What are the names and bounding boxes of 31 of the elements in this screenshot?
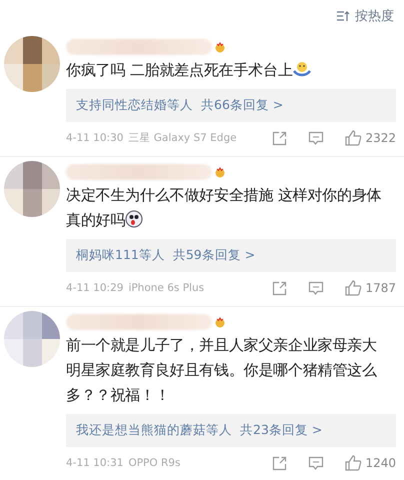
replies-link[interactable]: 桐妈咪111等人 共59条回复 >	[66, 239, 396, 272]
avatar[interactable]	[4, 161, 60, 217]
avatar[interactable]	[4, 311, 60, 367]
device-name: OPPO R9s	[128, 457, 180, 469]
speech-bubble-icon	[308, 280, 324, 296]
like-button[interactable]: 1240	[329, 455, 396, 471]
share-icon	[272, 280, 288, 296]
speech-bubble-icon	[308, 456, 324, 470]
replies-link[interactable]: 我还是想当熊猫的蘑菇等人 共23条回复 >	[66, 414, 396, 447]
share-icon	[272, 456, 288, 470]
comment-text: 前一个就是儿子了，并且人家父亲企业家母亲大明星家庭教育良好且有钱。你是哪个猪精管这么多？？祝福！！	[66, 336, 377, 404]
sort-icon	[336, 10, 350, 22]
share-icon	[272, 130, 288, 146]
device-name: 三星 Galaxy S7 Edge	[128, 131, 237, 145]
thumbs-up-icon	[345, 280, 362, 296]
thumbs-up-icon	[345, 130, 362, 146]
thumbs-up-icon	[345, 455, 362, 471]
avatar[interactable]	[4, 36, 60, 92]
comment-text: 你疯了吗 二胎就差点死在手术台上	[66, 61, 311, 79]
comment-time: 4-11 10:29	[66, 282, 124, 294]
device-name: iPhone 6s Plus	[128, 282, 204, 294]
replies-link[interactable]: 支持同性恋结婚等人 共66条回复 >	[66, 89, 396, 122]
sort-button[interactable]: 按热度	[336, 7, 394, 25]
emoji-icon	[292, 61, 311, 77]
speech-bubble-icon	[308, 130, 324, 146]
emoji-icon	[125, 210, 144, 228]
comment-time: 4-11 10:30	[66, 132, 124, 144]
like-button[interactable]: 1787	[329, 280, 396, 296]
like-button[interactable]: 2322	[329, 130, 396, 146]
comment-time: 4-11 10:31	[66, 457, 124, 469]
comment-text: 决定不生为什么不做好安全措施 这样对你的身体真的好吗	[66, 186, 382, 229]
